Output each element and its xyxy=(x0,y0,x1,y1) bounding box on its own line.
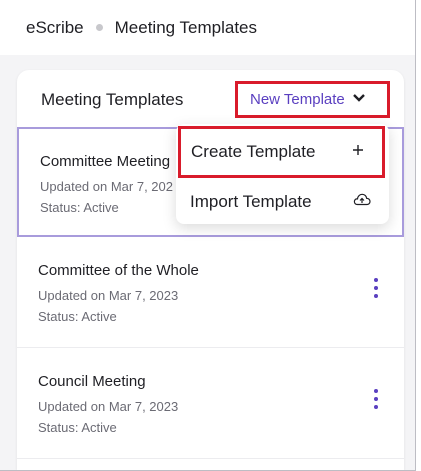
template-updated: Updated on Mar 7, 2023 xyxy=(38,288,179,303)
template-status: Status: Active xyxy=(38,420,117,435)
more-options-icon[interactable] xyxy=(372,389,380,409)
breadcrumb-separator xyxy=(95,24,103,31)
template-status: Status: Active xyxy=(40,200,119,215)
template-card[interactable]: Committee of the Whole Updated on Mar 7,… xyxy=(17,238,404,348)
new-template-menu: Create Template Import Template xyxy=(176,124,389,224)
new-template-label: New Template xyxy=(250,91,345,108)
template-card[interactable]: Council Meeting Updated on Mar 7, 2023 S… xyxy=(17,349,404,459)
panel-header: Meeting Templates New Template xyxy=(17,70,404,128)
create-template-label: Create Template xyxy=(191,142,316,161)
panel-title: Meeting Templates xyxy=(41,90,184,109)
template-name: Committee of the Whole xyxy=(38,262,199,279)
import-template-label: Import Template xyxy=(190,192,312,211)
more-options-icon[interactable] xyxy=(372,278,380,298)
import-template-menu-item[interactable]: Import Template xyxy=(176,178,389,226)
breadcrumb-root[interactable]: eScribe xyxy=(26,18,84,38)
template-updated: Updated on Mar 7, 202 xyxy=(40,179,173,194)
template-status: Status: Active xyxy=(38,309,117,324)
chevron-down-icon xyxy=(353,90,365,106)
breadcrumb: eScribe Meeting Templates xyxy=(0,0,415,55)
plus-icon xyxy=(352,143,364,161)
template-updated: Updated on Mar 7, 2023 xyxy=(38,399,179,414)
app-frame: eScribe Meeting Templates Meeting Templa… xyxy=(0,0,416,471)
template-name: Committee Meeting xyxy=(40,153,171,170)
create-template-menu-item[interactable]: Create Template xyxy=(178,126,385,178)
new-template-button[interactable]: New Template xyxy=(235,81,390,118)
breadcrumb-current: Meeting Templates xyxy=(114,17,258,37)
cloud-upload-icon xyxy=(353,193,371,212)
template-name: Council Meeting xyxy=(38,373,146,390)
